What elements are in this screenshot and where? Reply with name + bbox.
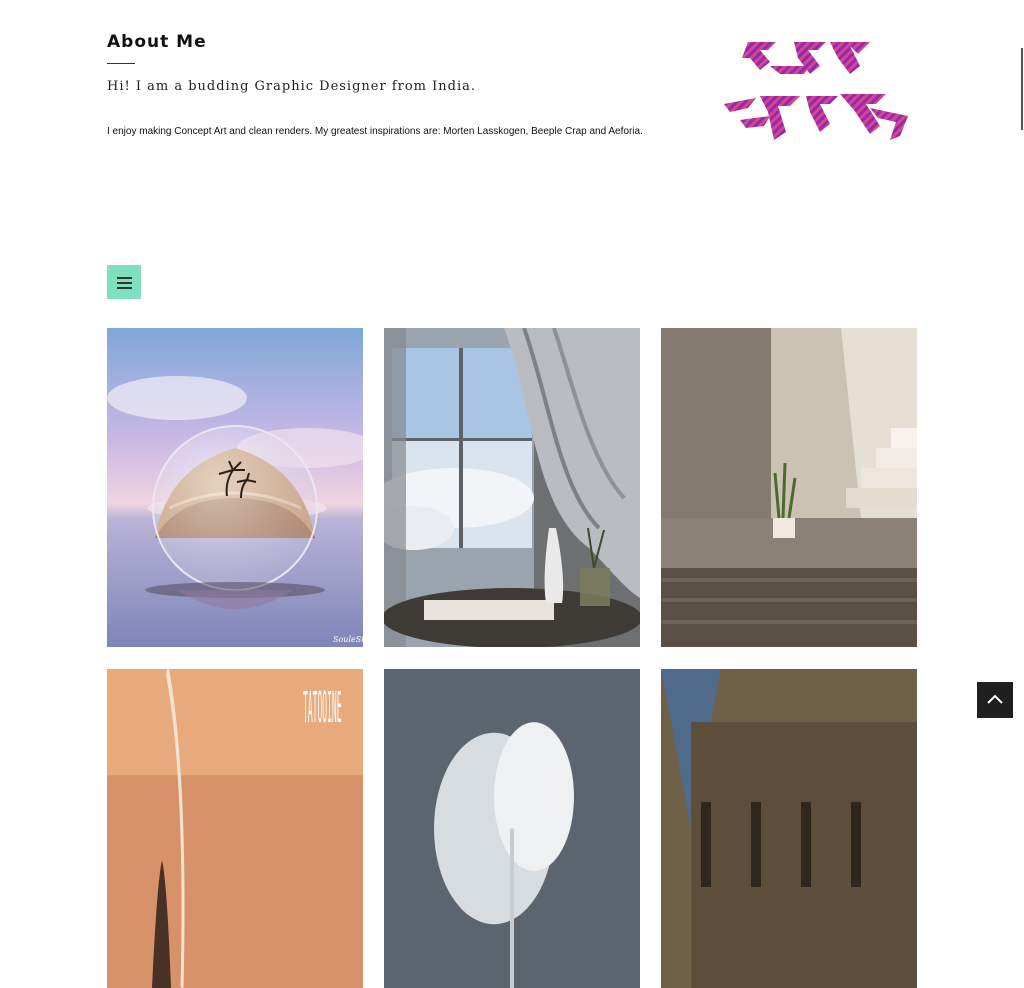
about-tagline: Hi! I am a budding Graphic Designer from… [107,79,647,94]
logo [720,36,914,146]
tile-watermark: SouleStayer [333,635,363,644]
menu-button[interactable] [107,265,141,299]
tile-watermark: TATOOINE [303,685,342,734]
chevron-up-icon [977,682,1013,718]
gallery-tile-stairs-plant[interactable] [661,328,917,647]
scroll-to-top-button[interactable] [977,682,1013,718]
gallery-tile-desert-globe[interactable]: SouleStayer [107,328,363,647]
gallery-tile-tatooine[interactable]: TATOOINE [107,669,363,988]
gallery-tile-castle[interactable] [661,669,917,988]
gallery-tile-clouds[interactable] [384,669,640,988]
about-heading: About Me [107,32,647,52]
scrollbar-thumb[interactable] [1021,48,1023,130]
gallery-tile-window-curtain[interactable] [384,328,640,647]
about-section: About Me Hi! I am a budding Graphic Desi… [107,32,647,140]
heading-divider [107,63,135,64]
about-bio: I enjoy making Concept Art and clean ren… [107,123,647,140]
